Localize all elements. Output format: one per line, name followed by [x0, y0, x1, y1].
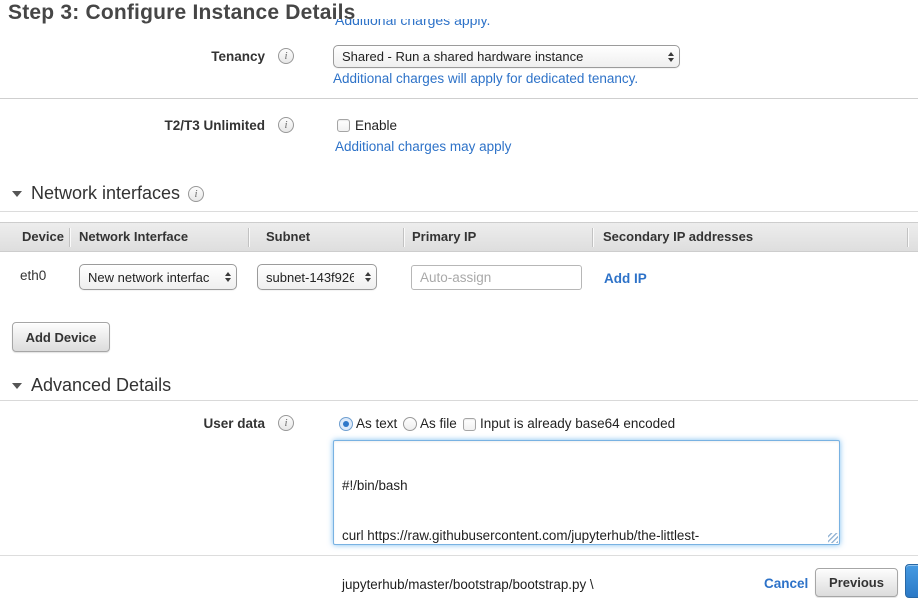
tenancy-select[interactable]: Shared - Run a shared hardware instance: [333, 45, 680, 68]
clipped-note: Additional charges apply.: [335, 19, 490, 31]
network-interfaces-table-header: Device Network Interface Subnet Primary …: [0, 222, 918, 252]
script-line: #!/bin/bash: [342, 478, 831, 495]
primary-ip-input[interactable]: [411, 265, 582, 290]
network-interface-select[interactable]: New network interface: [79, 264, 237, 290]
column-divider: [403, 228, 404, 247]
as-text-radio-label: As text: [356, 416, 397, 431]
script-line: jupyterhub/master/bootstrap/bootstrap.py…: [342, 577, 831, 594]
resize-handle[interactable]: [828, 533, 838, 543]
as-file-radio[interactable]: [403, 417, 417, 431]
collapse-triangle-icon[interactable]: [12, 191, 22, 197]
base64-checkbox-label: Input is already base64 encoded: [480, 416, 675, 431]
device-cell: eth0: [20, 268, 46, 283]
subnet-select[interactable]: subnet-143f9263: [257, 264, 377, 290]
tenancy-select-value: Shared - Run a shared hardware instance: [342, 49, 583, 64]
base64-checkbox[interactable]: [463, 418, 476, 431]
select-arrows-icon: [360, 272, 371, 282]
info-icon[interactable]: i: [188, 186, 204, 202]
network-interfaces-section-header: Network interfaces i: [12, 183, 204, 204]
previous-button[interactable]: Previous: [815, 568, 898, 597]
column-divider: [69, 228, 70, 247]
t2t3-unlimited-label: T2/T3 Unlimited: [0, 118, 265, 133]
info-icon[interactable]: i: [278, 48, 294, 64]
dedicated-tenancy-charges-link[interactable]: Additional charges will apply for dedica…: [333, 71, 638, 86]
select-arrows-icon: [220, 272, 231, 282]
user-data-label: User data: [0, 416, 265, 431]
cancel-link[interactable]: Cancel: [764, 576, 808, 591]
col-header-subnet: Subnet: [266, 223, 310, 251]
add-device-button[interactable]: Add Device: [12, 322, 110, 352]
column-divider: [248, 228, 249, 247]
as-file-radio-label: As file: [420, 416, 457, 431]
as-text-radio[interactable]: [339, 417, 353, 431]
script-line: curl https://raw.githubusercontent.com/j…: [342, 528, 831, 545]
network-interfaces-title: Network interfaces: [31, 183, 180, 204]
divider: [0, 400, 918, 401]
review-launch-button-clipped[interactable]: [905, 564, 918, 598]
collapse-triangle-icon[interactable]: [12, 383, 22, 389]
additional-charges-may-apply-link[interactable]: Additional charges may apply: [335, 139, 511, 154]
info-icon[interactable]: i: [278, 415, 294, 431]
col-header-network-interface: Network Interface: [79, 223, 188, 251]
configure-instance-details-page: Step 3: Configure Instance Details Addit…: [0, 0, 918, 598]
page-title: Step 3: Configure Instance Details: [8, 1, 356, 25]
enable-checkbox-label: Enable: [355, 118, 397, 133]
additional-charges-apply-link[interactable]: Additional charges apply.: [335, 19, 490, 28]
col-header-secondary-ip: Secondary IP addresses: [603, 223, 753, 251]
col-header-device: Device: [22, 223, 64, 251]
divider: [0, 555, 918, 556]
select-arrows-icon: [663, 52, 674, 62]
tenancy-label: Tenancy: [0, 49, 265, 64]
add-ip-link[interactable]: Add IP: [604, 271, 647, 286]
divider: [0, 211, 918, 212]
user-data-textarea[interactable]: #!/bin/bash curl https://raw.githubuserc…: [333, 440, 840, 545]
subnet-select-value: subnet-143f9263: [266, 270, 354, 285]
enable-checkbox[interactable]: [337, 119, 350, 132]
advanced-details-title: Advanced Details: [31, 375, 171, 396]
advanced-details-section-header: Advanced Details: [12, 375, 171, 396]
column-divider: [907, 228, 908, 247]
divider: [0, 98, 918, 99]
info-icon[interactable]: i: [278, 117, 294, 133]
col-header-primary-ip: Primary IP: [412, 223, 476, 251]
network-interface-select-value: New network interface: [88, 270, 210, 285]
column-divider: [592, 228, 593, 247]
